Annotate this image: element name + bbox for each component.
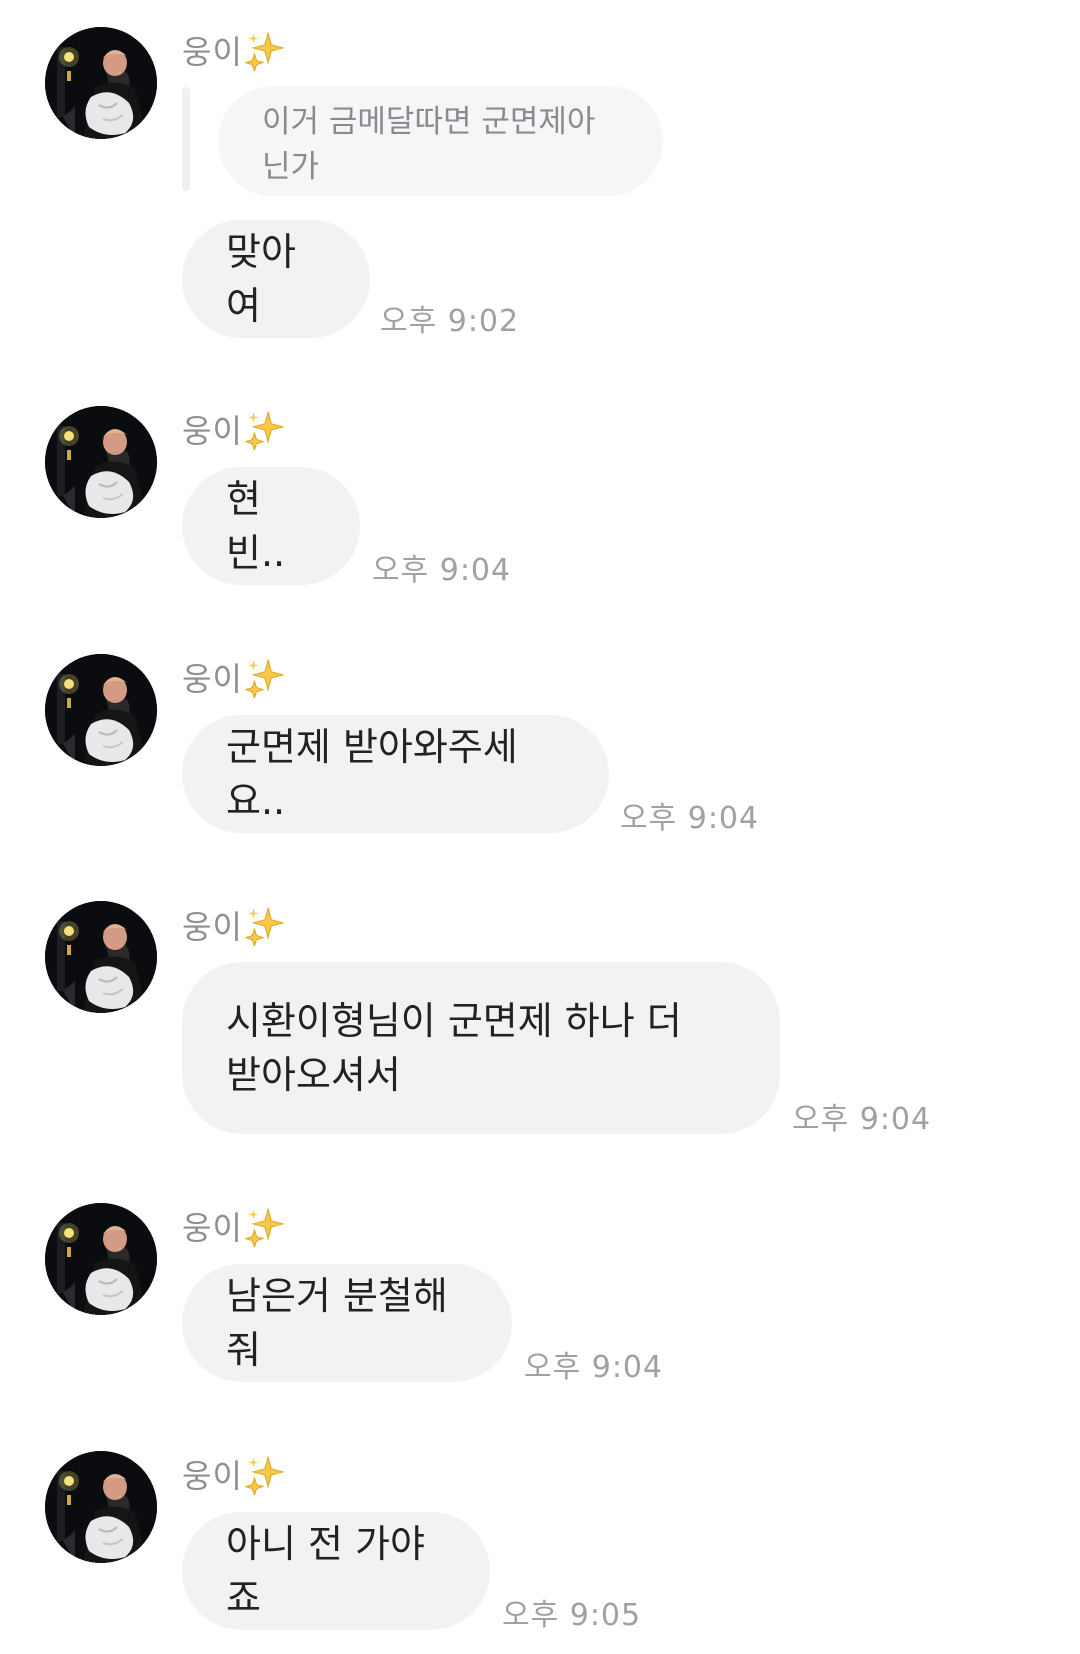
sparkles-icon [244,906,285,946]
sender-name-label: 웅이 [182,412,243,450]
reply-quote-bar [182,87,190,191]
message-text: 아니 전 가야죠 [226,1522,425,1620]
sender-name: 웅이 [182,407,287,451]
sender-name-label: 웅이 [182,908,243,946]
message-bubble[interactable]: 맞아여 [182,220,370,338]
message-bubble[interactable]: 아니 전 가야죠 [182,1512,490,1630]
message-text: 시환이형님이 군면제 하나 더 받아오셔서 [226,999,682,1097]
message-text: 현빈.. [226,477,286,575]
message-text: 남은거 분철해줘 [226,1274,448,1372]
sender-name: 웅이 [182,655,287,699]
message-time: 오후 9:04 [620,801,760,836]
message-time: 오후 9:05 [502,1598,642,1633]
sender-name: 웅이 [182,28,287,72]
sparkles-icon [244,410,285,450]
message-bubble[interactable]: 군면제 받아와주세요.. [182,715,609,833]
message-text: 군면제 받아와주세요.. [226,725,518,823]
sender-name: 웅이 [182,1452,287,1496]
sparkles-icon [244,31,285,71]
message-bubble[interactable]: 시환이형님이 군면제 하나 더 받아오셔서 [182,962,780,1134]
sparkles-icon [244,1455,285,1495]
avatar[interactable] [45,1451,157,1563]
reply-quote-bubble[interactable]: 이거 금메달따면 군면제아닌가 [218,86,663,196]
reply-quote-text: 이거 금메달따면 군면제아닌가 [262,104,596,185]
sender-name-label: 웅이 [182,1457,243,1495]
avatar[interactable] [45,1203,157,1315]
message-time: 오후 9:04 [372,553,512,588]
sparkles-icon [244,1207,285,1247]
sender-name-label: 웅이 [182,660,243,698]
message-bubble[interactable]: 현빈.. [182,467,360,585]
avatar[interactable] [45,654,157,766]
sender-name-label: 웅이 [182,33,243,71]
sender-name-label: 웅이 [182,1209,243,1247]
avatar[interactable] [45,406,157,518]
sender-name: 웅이 [182,1204,287,1248]
message-time: 오후 9:04 [792,1102,932,1137]
avatar[interactable] [45,27,157,139]
message-time: 오후 9:04 [524,1350,664,1385]
sender-name: 웅이 [182,903,287,947]
message-time: 오후 9:02 [380,304,520,339]
avatar[interactable] [45,901,157,1013]
sparkles-icon [244,658,285,698]
message-bubble[interactable]: 남은거 분철해줘 [182,1264,512,1382]
message-text: 맞아여 [226,230,296,328]
